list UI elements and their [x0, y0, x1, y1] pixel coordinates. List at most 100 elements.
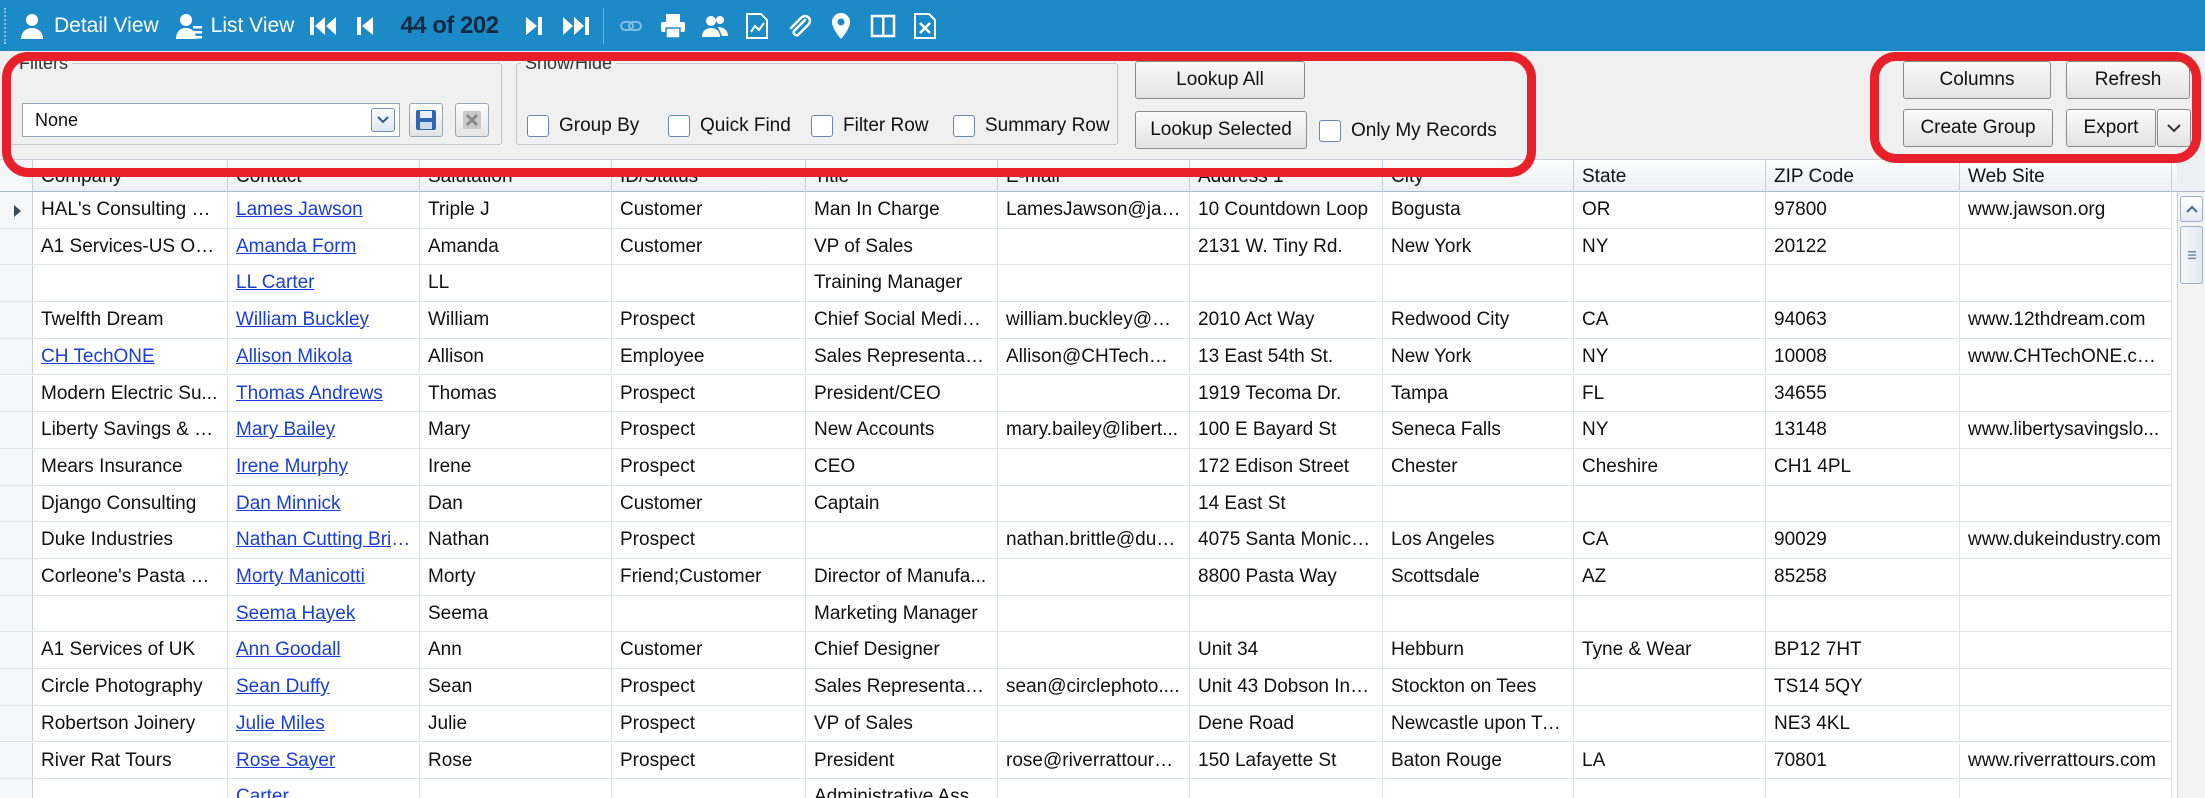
cell-id-status: [612, 265, 806, 302]
table-row[interactable]: Duke Industries Nathan Cutting Brit... Nat…: [0, 522, 2172, 559]
cell-contact[interactable]: Morty Manicotti: [228, 559, 420, 595]
cell-company: Mears Insurance: [33, 448, 228, 485]
cell-email: sean@circlephoto....: [998, 669, 1190, 705]
row-selector[interactable]: [0, 705, 33, 742]
cell-address1: 8800 Pasta Way: [1190, 559, 1383, 595]
row-selector[interactable]: [0, 559, 33, 595]
cell-company: River Rat Tours: [33, 742, 228, 779]
column-header-state[interactable]: State: [1574, 160, 1766, 192]
cell-contact[interactable]: Mary Bailey: [228, 412, 420, 448]
cell-company[interactable]: CH TechONE: [33, 338, 228, 375]
first-record-button[interactable]: [302, 6, 344, 46]
table-row[interactable]: Mears Insurance Irene Murphy Irene Prospect…: [0, 448, 2172, 486]
table-row[interactable]: CH TechONE Allison Mikola Allison Employee S…: [0, 338, 2172, 376]
cell-contact[interactable]: Julie Miles: [228, 705, 420, 742]
cell-zip-code: [1766, 595, 1960, 632]
cell-contact[interactable]: Rose Sayer: [228, 742, 420, 779]
cell-email: [998, 779, 1190, 798]
cell-contact[interactable]: Allison Mikola: [228, 338, 420, 375]
link-button[interactable]: [610, 6, 652, 46]
table-row[interactable]: A1 Services of UK Ann Goodall Ann Customer C…: [0, 632, 2172, 670]
cell-website: [1960, 632, 2172, 669]
row-selector[interactable]: [0, 448, 33, 485]
table-row[interactable]: A1 Services-US Op... Amanda Form Amanda Cus…: [0, 228, 2172, 266]
cell-state: CA: [1574, 302, 1766, 338]
cell-address1: [1190, 779, 1383, 798]
column-header-website[interactable]: Web Site: [1960, 160, 2172, 192]
cell-contact[interactable]: Seema Hayek: [228, 595, 420, 632]
row-selector[interactable]: [0, 228, 33, 265]
cell-email: [998, 595, 1190, 632]
last-record-button[interactable]: [555, 6, 597, 46]
cell-contact[interactable]: Amanda Form: [228, 228, 420, 265]
cell-address1: 100 E Bayard St: [1190, 412, 1383, 448]
detail-view-button[interactable]: Detail View: [10, 6, 167, 46]
row-selector[interactable]: [0, 192, 33, 228]
top-toolbar: Detail View List View 44 of 202: [0, 0, 2205, 51]
table-row[interactable]: River Rat Tours Rose Sayer Rose Prospect Pre…: [0, 742, 2172, 780]
cell-salutation: Dan: [420, 485, 612, 522]
cell-title: New Accounts: [806, 412, 998, 448]
contacts-button[interactable]: [694, 6, 736, 46]
cell-salutation: Triple J: [420, 192, 612, 228]
row-selector[interactable]: [0, 412, 33, 448]
row-selector[interactable]: [0, 265, 33, 302]
cell-contact[interactable]: Nathan Cutting Brit...: [228, 522, 420, 558]
cell-contact[interactable]: William Buckley: [228, 302, 420, 338]
cell-title: Sales Representative: [806, 669, 998, 705]
row-selector[interactable]: [0, 779, 33, 798]
table-row[interactable]: Carter Administrative Assi...: [0, 779, 2172, 798]
cell-contact[interactable]: LL Carter: [228, 265, 420, 302]
table-row[interactable]: Liberty Savings & L... Mary Bailey Mary Pro…: [0, 412, 2172, 449]
table-row[interactable]: Modern Electric Su... Thomas Andrews Thoma…: [0, 375, 2172, 413]
row-selector[interactable]: [0, 632, 33, 669]
detail-view-label: Detail View: [54, 13, 159, 37]
row-selector[interactable]: [0, 669, 33, 705]
row-selector[interactable]: [0, 485, 33, 522]
next-record-icon: [525, 16, 542, 35]
cell-contact[interactable]: Thomas Andrews: [228, 375, 420, 412]
cell-contact[interactable]: Sean Duffy: [228, 669, 420, 705]
cell-salutation: Amanda: [420, 228, 612, 265]
cell-id-status: Customer: [612, 192, 806, 228]
row-selector[interactable]: [0, 742, 33, 779]
split-view-icon: [870, 14, 895, 37]
cell-city: Hebburn: [1383, 632, 1574, 669]
previous-record-button[interactable]: [344, 6, 386, 46]
table-row[interactable]: Seema Hayek Seema Marketing Manager: [0, 595, 2172, 633]
map-button[interactable]: [820, 6, 862, 46]
cell-contact[interactable]: Lames Jawson: [228, 192, 420, 228]
column-header-zip-code[interactable]: ZIP Code: [1766, 160, 1960, 192]
scroll-up-button[interactable]: [2180, 196, 2203, 222]
cell-city: New York: [1383, 338, 1574, 375]
cell-contact[interactable]: Irene Murphy: [228, 448, 420, 485]
cell-address1: Dene Road: [1190, 705, 1383, 742]
excel-button[interactable]: [904, 6, 946, 46]
table-row[interactable]: Robertson Joinery Julie Miles Julie Prospec…: [0, 705, 2172, 743]
print-button[interactable]: [652, 6, 694, 46]
cell-contact[interactable]: Ann Goodall: [228, 632, 420, 669]
scroll-thumb[interactable]: [2180, 226, 2203, 284]
cell-contact[interactable]: Dan Minnick: [228, 485, 420, 522]
vertical-scrollbar[interactable]: [2177, 192, 2205, 798]
table-row[interactable]: Twelfth Dream William Buckley William Prosp…: [0, 302, 2172, 339]
table-row[interactable]: Django Consulting Dan Minnick Dan Customer C…: [0, 485, 2172, 523]
attach-button[interactable]: [778, 6, 820, 46]
cell-state: [1574, 705, 1766, 742]
table-row[interactable]: HAL's Consulting C... Lames Jawson Triple …: [0, 192, 2172, 229]
row-selector[interactable]: [0, 302, 33, 338]
report-button[interactable]: [736, 6, 778, 46]
row-selector[interactable]: [0, 375, 33, 412]
table-row[interactable]: Corleone's Pasta C... Morty Manicotti Mort…: [0, 559, 2172, 596]
table-row[interactable]: Circle Photography Sean Duffy Sean Prospect…: [0, 669, 2172, 706]
row-selector[interactable]: [0, 522, 33, 558]
next-record-button[interactable]: [513, 6, 555, 46]
list-view-button[interactable]: List View: [167, 6, 303, 46]
table-row[interactable]: LL Carter LL Training Manager: [0, 265, 2172, 303]
previous-record-icon: [357, 16, 374, 35]
row-selector[interactable]: [0, 595, 33, 632]
cell-contact[interactable]: Carter: [228, 779, 420, 798]
split-view-button[interactable]: [862, 6, 904, 46]
first-record-icon: [310, 16, 337, 35]
row-selector[interactable]: [0, 338, 33, 375]
